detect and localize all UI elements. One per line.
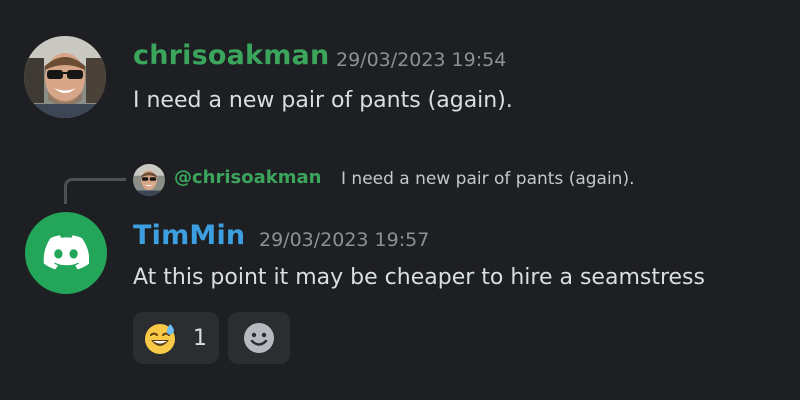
- message-timestamp: 29/03/2023 19:57: [259, 229, 430, 251]
- reaction-count: 1: [193, 325, 207, 351]
- reply-mention[interactable]: @chrisoakman: [174, 167, 321, 188]
- add-reaction-smiley-icon: [244, 323, 274, 353]
- reply-text[interactable]: I need a new pair of pants (again).: [341, 169, 634, 189]
- sweat-smile-icon: [145, 324, 175, 354]
- add-reaction-button[interactable]: [228, 312, 290, 364]
- message-username[interactable]: chrisoakman: [133, 40, 329, 71]
- avatar-photo-icon: [133, 164, 165, 196]
- reply-connector: [64, 178, 126, 204]
- message-username[interactable]: TimMin: [133, 220, 245, 251]
- message-text: At this point it may be cheaper to hire …: [133, 265, 705, 290]
- chat-view: chrisoakman 29/03/2023 19:54 I need a ne…: [0, 0, 800, 400]
- discord-logo-icon: [43, 235, 89, 270]
- message-timestamp: 29/03/2023 19:54: [336, 49, 507, 71]
- user-avatar[interactable]: [25, 212, 107, 294]
- reaction-button[interactable]: 1: [133, 312, 219, 364]
- message-text: I need a new pair of pants (again).: [133, 88, 513, 113]
- avatar-photo-icon: [24, 36, 106, 118]
- reply-avatar[interactable]: [133, 164, 165, 196]
- user-avatar[interactable]: [24, 36, 106, 118]
